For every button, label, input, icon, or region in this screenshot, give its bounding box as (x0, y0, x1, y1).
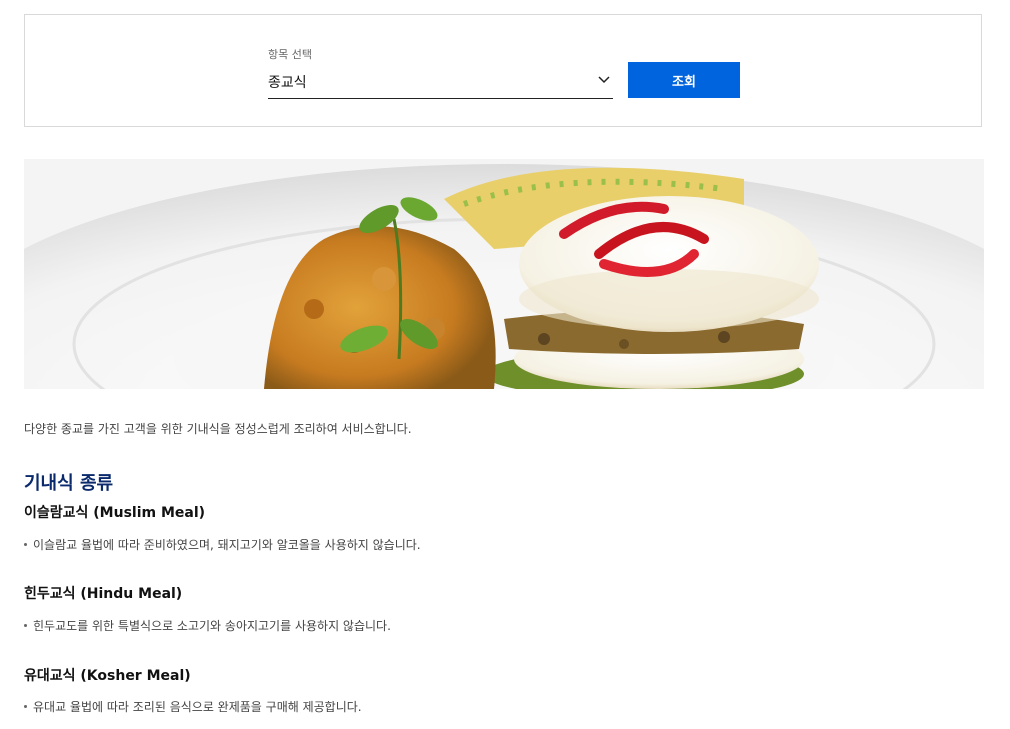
meal-desc-muslim: 이슬람교 율법에 따라 준비하였으며, 돼지고기와 알코올을 사용하지 않습니다… (24, 536, 421, 553)
select-label: 항목 선택 (268, 48, 312, 61)
bullet-icon (24, 705, 27, 708)
meal-desc-kosher: 유대교 율법에 따라 조리된 음식으로 완제품을 구매해 제공합니다. (24, 698, 362, 715)
meal-name-hindu: 힌두교식 (Hindu Meal) (24, 586, 183, 602)
meal-banner-image (24, 159, 984, 389)
meal-desc-text: 유대교 율법에 따라 조리된 음식으로 완제품을 구매해 제공합니다. (33, 700, 362, 714)
section-title: 기내식 종류 (24, 473, 114, 494)
select-value: 종교식 (268, 75, 307, 91)
chevron-down-icon (598, 76, 610, 84)
meal-category-select[interactable]: 종교식 (268, 67, 613, 99)
meal-name-muslim: 이슬람교식 (Muslim Meal) (24, 505, 206, 521)
meal-name-kosher: 유대교식 (Kosher Meal) (24, 668, 191, 684)
bullet-icon (24, 624, 27, 627)
meal-desc-hindu: 힌두교도를 위한 특별식으로 소고기와 송아지고기를 사용하지 않습니다. (24, 617, 391, 634)
filter-panel: 항목 선택 종교식 조회 (24, 14, 982, 127)
query-button[interactable]: 조회 (628, 62, 740, 98)
meal-desc-text: 이슬람교 율법에 따라 준비하였으며, 돼지고기와 알코올을 사용하지 않습니다… (33, 538, 421, 552)
meal-desc-text: 힌두교도를 위한 특별식으로 소고기와 송아지고기를 사용하지 않습니다. (33, 619, 391, 633)
bullet-icon (24, 543, 27, 546)
intro-text: 다양한 종교를 가진 고객을 위한 기내식을 정성스럽게 조리하여 서비스합니다… (24, 422, 412, 436)
